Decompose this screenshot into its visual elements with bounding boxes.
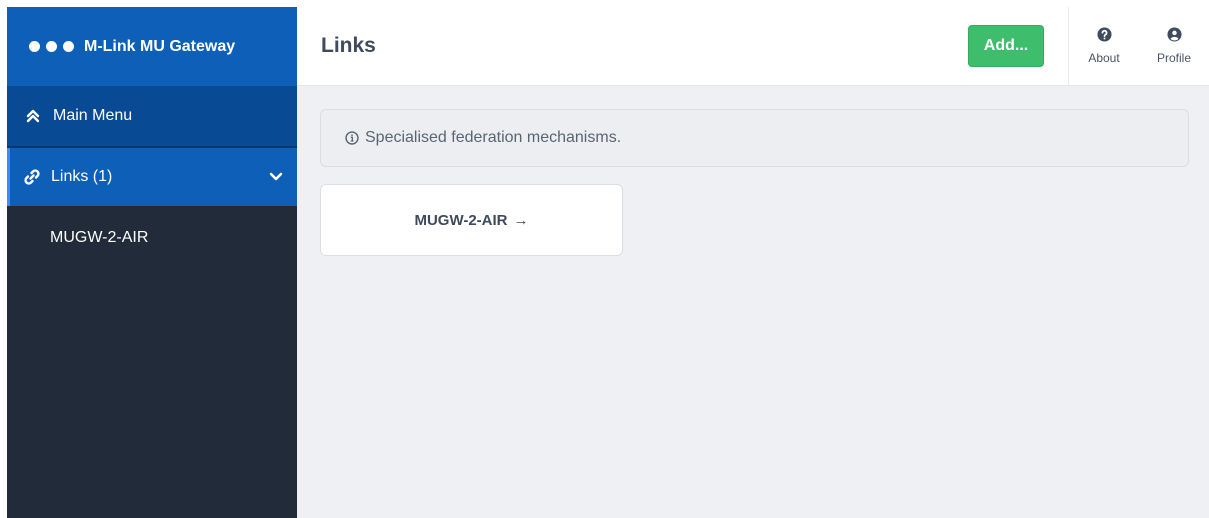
chevron-down-icon[interactable] — [269, 172, 283, 182]
top-bar: Links Add... About Profile — [297, 6, 1209, 86]
link-icon — [23, 168, 41, 186]
profile-button[interactable]: Profile — [1139, 27, 1209, 65]
link-card-mugw-2-air[interactable]: MUGW-2-AIR → — [320, 184, 623, 256]
sidebar-item-label: Main Menu — [53, 107, 133, 124]
about-button[interactable]: About — [1069, 27, 1139, 65]
info-text: Specialised federation mechanisms. — [365, 129, 622, 146]
sidebar-subitem-mugw-2-air[interactable]: MUGW-2-AIR — [7, 206, 297, 270]
info-alert: Specialised federation mechanisms. — [320, 109, 1189, 167]
add-button[interactable]: Add... — [968, 25, 1044, 67]
link-card-label: MUGW-2-AIR — [414, 211, 508, 229]
page-title: Links — [321, 34, 376, 57]
sidebar-subitem-label: MUGW-2-AIR — [50, 229, 149, 246]
info-circle-icon — [345, 131, 359, 145]
content: Specialised federation mechanisms. MUGW-… — [297, 86, 1209, 256]
sidebar-item-label: Links (1) — [51, 168, 113, 185]
sidebar: M-Link MU Gateway Main Menu Links (1) MU… — [7, 7, 297, 518]
brand-header[interactable]: M-Link MU Gateway — [7, 7, 297, 86]
app-name: M-Link MU Gateway — [84, 37, 236, 55]
app-frame: M-Link MU Gateway Main Menu Links (1) MU… — [7, 6, 1209, 518]
profile-label: Profile — [1156, 51, 1191, 65]
sidebar-item-links[interactable]: Links (1) — [7, 148, 297, 206]
sidebar-item-main-menu[interactable]: Main Menu — [7, 86, 297, 148]
question-circle-icon — [1096, 27, 1112, 47]
double-chevron-up-icon — [25, 109, 41, 123]
brand-dots-icon — [29, 41, 74, 52]
user-circle-icon — [1166, 27, 1182, 47]
about-label: About — [1088, 51, 1120, 65]
main-area: Links Add... About Profile Specialised f… — [297, 6, 1209, 518]
arrow-right-icon: → — [513, 211, 529, 229]
